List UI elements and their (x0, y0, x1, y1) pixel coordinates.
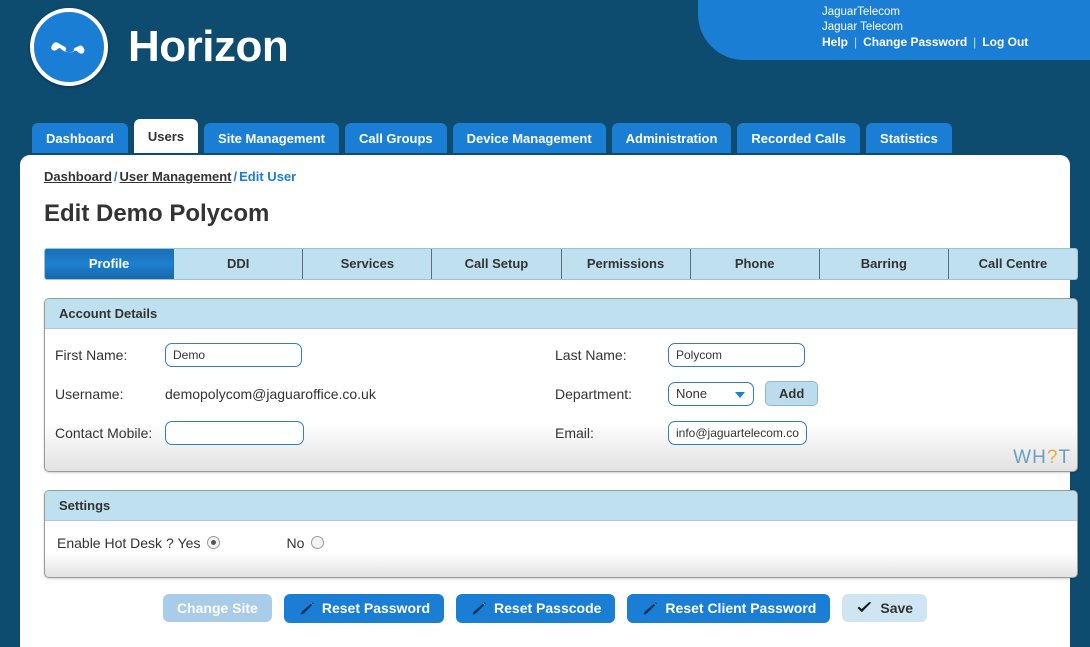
watermark-part2: T (1058, 447, 1071, 468)
breadcrumb-separator: / (234, 169, 238, 184)
username-value: demopolycom@jaguaroffice.co.uk (165, 386, 376, 402)
settings-box: Settings Enable Hot Desk ? Yes No (44, 490, 1078, 578)
breadcrumb-current: Edit User (239, 169, 296, 184)
reset-password-button[interactable]: Reset Password (284, 594, 444, 623)
main-navigation: Dashboard Users Site Management Call Gro… (32, 119, 952, 153)
change-site-button[interactable]: Change Site (163, 594, 272, 622)
first-name-input[interactable] (165, 343, 302, 367)
nav-tab-site-management[interactable]: Site Management (204, 123, 339, 153)
reset-client-password-label: Reset Client Password (665, 601, 816, 615)
help-link[interactable]: Help (822, 35, 848, 49)
header-links: Help | Change Password | Log Out (698, 35, 1078, 49)
email-field-row: Email: (555, 417, 1067, 449)
save-label: Save (880, 601, 913, 615)
add-department-button[interactable]: Add (765, 381, 818, 406)
nav-tab-administration[interactable]: Administration (612, 123, 732, 153)
email-label: Email: (555, 425, 668, 441)
page-title: Edit Demo Polycom (32, 200, 1058, 228)
subtab-phone[interactable]: Phone (691, 249, 820, 279)
contact-mobile-field-row: Contact Mobile: (55, 417, 555, 449)
settings-heading: Settings (45, 491, 1077, 521)
subtab-call-centre[interactable]: Call Centre (949, 249, 1077, 279)
company-name: Jaguar Telecom (698, 20, 1078, 35)
brand-title: Horizon (128, 25, 288, 69)
watermark-question: ? (1047, 447, 1059, 468)
reset-passcode-button[interactable]: Reset Passcode (456, 594, 615, 623)
watermark: WH?T (1013, 447, 1071, 469)
app-header: Horizon JaguarTelecom Jaguar Telecom Hel… (0, 0, 1090, 88)
check-icon (856, 601, 873, 615)
contact-mobile-label: Contact Mobile: (55, 425, 165, 441)
subtab-barring[interactable]: Barring (820, 249, 949, 279)
department-select[interactable]: None (668, 382, 754, 406)
account-details-body: First Name: Last Name: Username: demopol… (45, 329, 1077, 471)
subtab-call-setup[interactable]: Call Setup (432, 249, 561, 279)
breadcrumb-dashboard[interactable]: Dashboard (44, 169, 112, 184)
reset-password-label: Reset Password (322, 601, 430, 615)
hot-desk-row: Enable Hot Desk ? Yes No (55, 531, 1067, 555)
phone-handset-icon (30, 8, 108, 86)
department-label: Department: (555, 386, 668, 402)
log-out-link[interactable]: Log Out (982, 35, 1028, 49)
nav-tab-device-management[interactable]: Device Management (453, 123, 606, 153)
settings-body: Enable Hot Desk ? Yes No (45, 521, 1077, 577)
username-field-row: Username: demopolycom@jaguaroffice.co.uk (55, 378, 555, 410)
email-input[interactable] (668, 421, 807, 445)
save-button[interactable]: Save (842, 594, 927, 622)
username-label: Username: (55, 386, 165, 402)
last-name-field-row: Last Name: (555, 339, 1067, 371)
reset-passcode-label: Reset Passcode (494, 601, 601, 615)
first-name-field-row: First Name: (55, 339, 555, 371)
subtab-services[interactable]: Services (303, 249, 432, 279)
nav-tab-statistics[interactable]: Statistics (866, 123, 952, 153)
link-separator: | (854, 35, 857, 49)
content-panel: Dashboard/User Management/Edit User Edit… (20, 155, 1070, 647)
nav-tab-dashboard[interactable]: Dashboard (32, 123, 128, 153)
pencil-icon (470, 601, 487, 616)
account-details-box: Account Details First Name: Last Name: U… (44, 298, 1078, 472)
subtab-profile[interactable]: Profile (45, 249, 174, 279)
subtab-ddi[interactable]: DDI (174, 249, 303, 279)
change-password-link[interactable]: Change Password (863, 35, 967, 49)
account-details-heading: Account Details (45, 299, 1077, 329)
department-field-row: Department: None Add (555, 378, 1067, 410)
reset-client-password-button[interactable]: Reset Client Password (627, 594, 830, 623)
pencil-icon (641, 601, 658, 616)
user-account-panel: JaguarTelecom Jaguar Telecom Help | Change… (698, 0, 1090, 60)
nav-tab-users[interactable]: Users (134, 119, 198, 153)
breadcrumb: Dashboard/User Management/Edit User (32, 169, 1058, 184)
pencil-icon (298, 601, 315, 616)
last-name-label: Last Name: (555, 347, 668, 363)
hot-desk-yes-label: Yes (178, 535, 201, 551)
nav-tab-call-groups[interactable]: Call Groups (345, 123, 447, 153)
subtab-permissions[interactable]: Permissions (562, 249, 691, 279)
last-name-input[interactable] (668, 343, 805, 367)
breadcrumb-user-management[interactable]: User Management (120, 169, 232, 184)
nav-tab-recorded-calls[interactable]: Recorded Calls (737, 123, 860, 153)
hot-desk-no-label: No (286, 535, 304, 551)
hot-desk-yes-radio[interactable] (207, 536, 220, 549)
breadcrumb-separator: / (114, 169, 118, 184)
form-action-buttons: Change Site Reset Password Reset Passcod… (32, 594, 1058, 623)
hot-desk-no-radio[interactable] (311, 536, 324, 549)
contact-mobile-input[interactable] (165, 421, 304, 445)
account-name: JaguarTelecom (698, 5, 1078, 20)
brand-logo[interactable]: Horizon (30, 8, 288, 86)
hot-desk-label: Enable Hot Desk ? (57, 535, 174, 551)
watermark-part1: WH (1013, 447, 1047, 468)
first-name-label: First Name: (55, 347, 165, 363)
department-select-wrapper: None (668, 382, 754, 406)
profile-subtabs: Profile DDI Services Call Setup Permissi… (44, 248, 1078, 280)
link-separator: | (973, 35, 976, 49)
